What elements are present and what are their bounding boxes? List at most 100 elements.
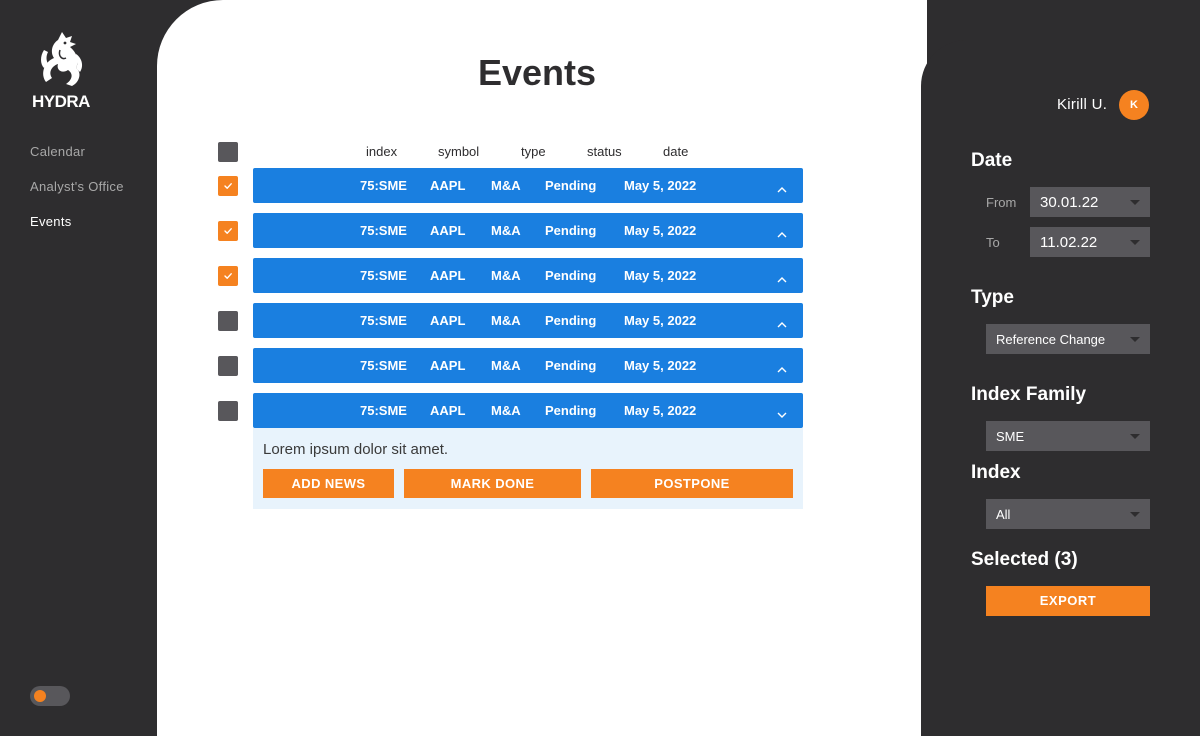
cell-symbol: AAPL [430, 403, 466, 418]
type-select[interactable]: Reference Change [986, 324, 1150, 354]
type-filter-title: Type [971, 287, 1014, 308]
sidebar-item-events[interactable]: Events [30, 214, 124, 249]
hydra-logo[interactable]: HYDRA [30, 30, 94, 114]
page-title: Events [477, 52, 597, 93]
add-news-button[interactable]: ADD NEWS [263, 469, 394, 498]
column-header-index: index [366, 144, 398, 159]
chevron-down-icon [1130, 434, 1140, 439]
row-checkbox[interactable] [218, 311, 238, 331]
cell-status: Pending [545, 403, 597, 418]
sidebar-nav: Calendar Analyst's Office Events [30, 144, 124, 249]
export-button[interactable]: EXPORT [986, 586, 1150, 616]
brand-name: HYDRA [32, 92, 90, 111]
type-value: Reference Change [996, 332, 1106, 347]
index-family-value: SME [996, 429, 1025, 444]
table-row: 75:SME AAPL M&A Pending May 5, 2022 [218, 348, 803, 383]
filter-panel: Kirill U. K Date From 30.01.22 To 11.02.… [921, 40, 1200, 736]
index-select[interactable]: All [986, 499, 1150, 529]
event-row-bar[interactable]: 75:SME AAPL M&A Pending May 5, 2022 [253, 213, 803, 248]
cell-date: May 5, 2022 [624, 313, 697, 328]
table-header: index symbol type status date [218, 142, 803, 162]
chevron-up-icon[interactable] [777, 226, 787, 244]
cell-status: Pending [545, 268, 597, 283]
cell-status: Pending [545, 313, 597, 328]
date-to-label: To [986, 235, 1000, 250]
table-row: 75:SME AAPL M&A Pending May 5, 2022 [218, 168, 803, 203]
index-family-filter-title: Index Family [971, 384, 1087, 405]
cell-type: M&A [491, 178, 521, 193]
cell-status: Pending [545, 178, 597, 193]
cell-index: 75:SME [360, 403, 407, 418]
avatar[interactable]: K [1119, 90, 1149, 120]
date-to-value: 11.02.22 [1040, 234, 1098, 251]
date-filter-title: Date [971, 150, 1013, 171]
row-checkbox[interactable] [218, 356, 238, 376]
cell-date: May 5, 2022 [624, 403, 697, 418]
check-icon [224, 183, 232, 189]
selected-count: Selected (3) [971, 549, 1078, 570]
sidebar-item-calendar[interactable]: Calendar [30, 144, 124, 179]
table-row: 75:SME AAPL M&A Pending May 5, 2022 [218, 258, 803, 293]
theme-toggle[interactable] [30, 686, 70, 706]
cell-symbol: AAPL [430, 313, 466, 328]
cell-index: 75:SME [360, 358, 407, 373]
cell-status: Pending [545, 223, 597, 238]
date-from-label: From [986, 195, 1017, 210]
cell-symbol: AAPL [430, 223, 466, 238]
index-family-select[interactable]: SME [986, 421, 1150, 451]
column-header-type: type [521, 144, 546, 159]
event-row-bar[interactable]: 75:SME AAPL M&A Pending May 5, 2022 [253, 348, 803, 383]
index-value: All [996, 507, 1011, 522]
chevron-down-icon[interactable] [777, 406, 787, 424]
check-icon [224, 273, 232, 279]
cell-index: 75:SME [360, 178, 407, 193]
cell-index: 75:SME [360, 313, 407, 328]
event-row-bar[interactable]: 75:SME AAPL M&A Pending May 5, 2022 [253, 258, 803, 293]
cell-symbol: AAPL [430, 178, 466, 193]
toggle-knob [34, 690, 46, 702]
date-from-select[interactable]: 30.01.22 [1030, 187, 1150, 217]
cell-symbol: AAPL [430, 358, 466, 373]
cell-type: M&A [491, 313, 521, 328]
row-checkbox[interactable] [218, 176, 238, 196]
column-header-status: status [587, 144, 622, 159]
event-row-bar[interactable]: 75:SME AAPL M&A Pending May 5, 2022 [253, 303, 803, 338]
event-row-bar[interactable]: 75:SME AAPL M&A Pending May 5, 2022 [253, 393, 803, 428]
chevron-up-icon[interactable] [777, 181, 787, 199]
cell-type: M&A [491, 268, 521, 283]
date-to-select[interactable]: 11.02.22 [1030, 227, 1150, 257]
cell-type: M&A [491, 223, 521, 238]
table-row: 75:SME AAPL M&A Pending May 5, 2022 [218, 213, 803, 248]
column-header-symbol: symbol [438, 144, 480, 159]
row-checkbox[interactable] [218, 221, 238, 241]
index-filter-title: Index [971, 462, 1021, 483]
main-content: Events index symbol type status date 75:… [157, 0, 927, 736]
chevron-up-icon[interactable] [777, 271, 787, 289]
column-header-date: date [663, 144, 689, 159]
chevron-down-icon [1130, 240, 1140, 245]
chevron-down-icon [1130, 512, 1140, 517]
row-checkbox[interactable] [218, 266, 238, 286]
select-all-checkbox[interactable] [218, 142, 238, 162]
sidebar-item-analysts-office[interactable]: Analyst's Office [30, 179, 124, 214]
event-row-bar[interactable]: 75:SME AAPL M&A Pending May 5, 2022 [253, 168, 803, 203]
event-details-panel: Lorem ipsum dolor sit amet. ADD NEWS MAR… [253, 428, 803, 509]
row-checkbox[interactable] [218, 401, 238, 421]
cell-symbol: AAPL [430, 268, 466, 283]
chevron-down-icon [1130, 337, 1140, 342]
cell-date: May 5, 2022 [624, 178, 697, 193]
mark-done-button[interactable]: MARK DONE [404, 469, 581, 498]
date-from-value: 30.01.22 [1040, 194, 1099, 211]
cell-type: M&A [491, 358, 521, 373]
cell-status: Pending [545, 358, 597, 373]
dragon-icon [41, 32, 83, 86]
chevron-down-icon [1130, 200, 1140, 205]
chevron-up-icon[interactable] [777, 361, 787, 379]
check-icon [224, 228, 232, 234]
postpone-button[interactable]: POSTPONE [591, 469, 793, 498]
cell-date: May 5, 2022 [624, 358, 697, 373]
chevron-up-icon[interactable] [777, 316, 787, 334]
cell-date: May 5, 2022 [624, 223, 697, 238]
sidebar: HYDRA Calendar Analyst's Office Events [0, 0, 157, 736]
table-row: 75:SME AAPL M&A Pending May 5, 2022 [218, 393, 803, 428]
